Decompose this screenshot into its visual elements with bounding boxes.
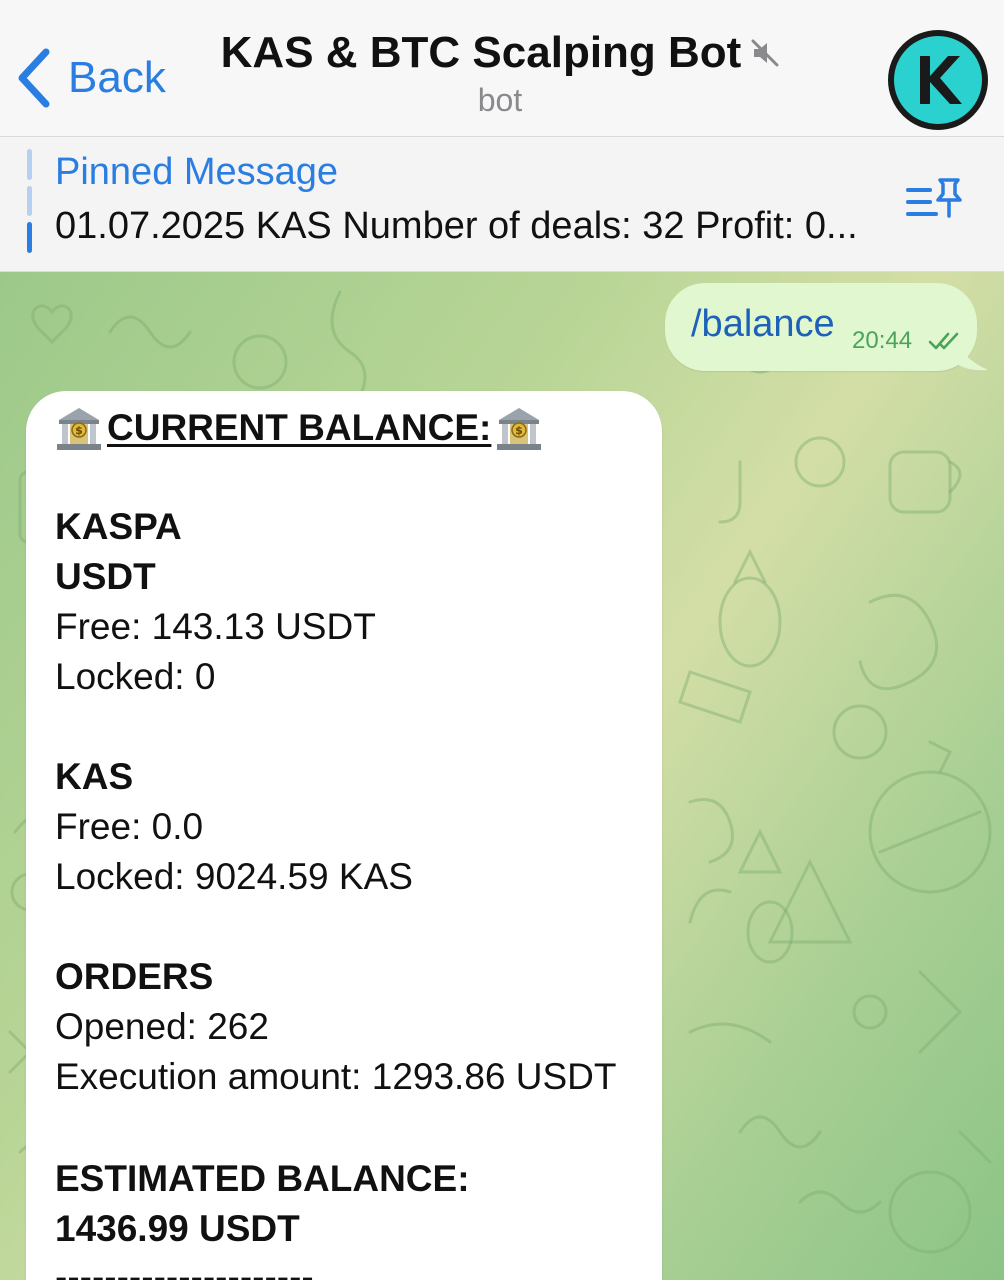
balance-heading-row: $ CURRENT BALANCE: $ — [55, 404, 543, 452]
svg-text:$: $ — [75, 424, 83, 437]
usdt-free: Free: 143.13 USDT — [55, 606, 376, 647]
bank-icon: $ — [497, 408, 542, 450]
back-button[interactable]: Back — [16, 48, 166, 108]
pinned-indicator — [27, 149, 32, 254]
outgoing-message-text[interactable]: /balance — [691, 303, 835, 346]
bank-icon: $ — [57, 408, 101, 450]
pinned-message-bar[interactable]: Pinned Message 01.07.2025 KAS Number of … — [0, 137, 1004, 272]
chevron-left-icon — [18, 48, 50, 108]
pinned-text: 01.07.2025 KAS Number of deals: 32 Profi… — [55, 205, 858, 247]
chat-title: KAS & BTC Scalping Bot — [220, 28, 742, 77]
orders-opened: Opened: 262 — [55, 1006, 269, 1047]
chat-title-area[interactable]: KAS & BTC Scalping Bot bot — [200, 28, 800, 119]
balance-heading: CURRENT BALANCE: — [107, 407, 492, 448]
chat-title-row: KAS & BTC Scalping Bot — [221, 28, 780, 78]
section-label-kas: KAS — [55, 756, 134, 797]
chat-header: Back KAS & BTC Scalping Bot bot — [0, 0, 1004, 137]
chat-subtitle: bot — [477, 82, 523, 118]
telegram-chat-screen: Back KAS & BTC Scalping Bot bot Pinned M… — [0, 0, 1004, 1280]
muted-speaker-icon — [751, 39, 779, 67]
section-label-kaspa: KASPA — [55, 506, 182, 547]
double-check-icon — [928, 332, 959, 350]
orders-execution-amount: Execution amount: 1293.86 USDT — [55, 1056, 617, 1097]
pin-list-icon[interactable] — [904, 176, 964, 224]
section-label-estimated-balance: ESTIMATED BALANCE: — [55, 1158, 470, 1199]
bot-avatar[interactable] — [886, 28, 990, 132]
separator-line: --------------------- — [55, 1256, 314, 1280]
svg-text:$: $ — [516, 424, 524, 437]
estimated-balance-value: 1436.99 USDT — [55, 1208, 300, 1249]
section-label-usdt: USDT — [55, 556, 156, 597]
kas-locked: Locked: 9024.59 KAS — [55, 856, 413, 897]
kas-free: Free: 0.0 — [55, 806, 204, 847]
back-label: Back — [68, 53, 166, 102]
usdt-locked: Locked: 0 — [55, 656, 216, 697]
section-label-orders: ORDERS — [55, 956, 214, 997]
message-time: 20:44 — [852, 327, 913, 354]
pinned-title: Pinned Message — [55, 151, 339, 193]
